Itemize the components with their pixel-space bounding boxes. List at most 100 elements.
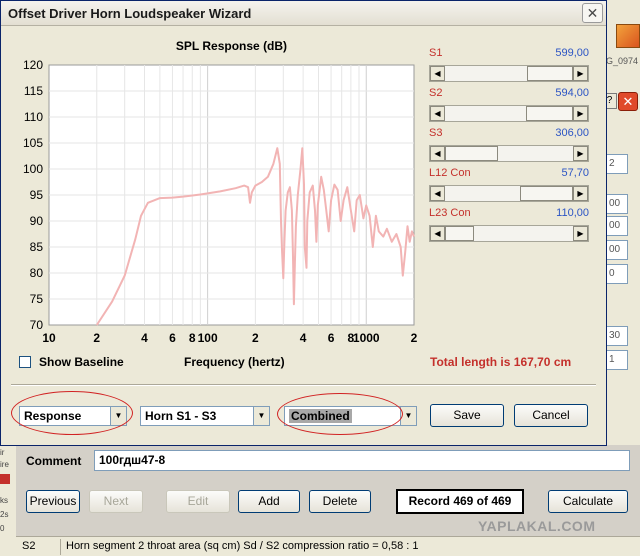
group-divider <box>11 384 596 386</box>
arrow-right-icon[interactable]: ▶ <box>573 66 588 81</box>
slider-label: L23 Con <box>429 207 471 219</box>
arrow-left-icon[interactable]: ◀ <box>430 146 445 161</box>
y-tick-label: 120 <box>23 58 43 72</box>
chevron-down-icon[interactable]: ▼ <box>400 407 416 425</box>
slider-label: S1 <box>429 47 443 59</box>
status-field-id: S2 <box>22 540 36 552</box>
background-field[interactable]: 00 <box>606 194 628 214</box>
background-filename: G_0974 <box>606 56 639 66</box>
arrow-right-icon[interactable]: ▶ <box>573 146 588 161</box>
status-separator <box>60 539 61 555</box>
slider-value: 110,00 <box>556 207 589 219</box>
show-baseline-label: Show Baseline <box>39 355 124 369</box>
background-field[interactable]: 0 <box>606 264 628 284</box>
horn-segment-select[interactable]: Horn S1 - S3 ▼ <box>140 406 270 426</box>
x-tick-label: 1000 <box>353 331 380 345</box>
status-bar: S2 Horn segment 2 throat area (sq cm) Sd… <box>16 536 640 556</box>
slider-value: 306,00 <box>555 127 589 139</box>
add-button[interactable]: Add <box>238 490 300 513</box>
slider-value: 57,70 <box>561 167 589 179</box>
y-tick-label: 105 <box>23 136 43 150</box>
arrow-right-icon[interactable]: ▶ <box>573 186 588 201</box>
horn-segment-value: Horn S1 - S3 <box>145 409 217 423</box>
background-field[interactable]: 00 <box>606 216 628 236</box>
slider-track[interactable]: ◀ ▶ <box>429 105 589 122</box>
arrow-right-icon[interactable]: ▶ <box>573 226 588 241</box>
spl-chart: SPL Response (dB) 120 115 110 105 100 95 90 85 80… <box>9 31 429 349</box>
background-field[interactable]: 1 <box>606 350 628 370</box>
record-counter: Record 469 of 469 <box>396 489 524 514</box>
slider-thumb[interactable] <box>520 186 573 201</box>
wizard-dialog: Offset Driver Horn Loudspeaker Wizard ✕ … <box>0 0 607 446</box>
slider-track[interactable]: ◀ ▶ <box>429 225 589 242</box>
mode-select[interactable]: Combined ▼ <box>284 406 417 426</box>
x-tick-label: 10 <box>42 331 56 345</box>
mode-value: Combined <box>289 409 352 423</box>
status-text: Horn segment 2 throat area (sq cm) Sd / … <box>66 540 419 552</box>
chevron-down-icon[interactable]: ▼ <box>253 407 269 425</box>
arrow-left-icon[interactable]: ◀ <box>430 186 445 201</box>
background-left-text: ire <box>0 460 9 469</box>
y-tick-label: 70 <box>30 318 44 332</box>
cancel-button[interactable]: Cancel <box>514 404 588 427</box>
background-field[interactable]: 2 <box>606 154 628 174</box>
y-tick-label: 110 <box>24 110 43 124</box>
plot-type-select[interactable]: Response ▼ <box>19 406 127 426</box>
watermark: YAPLAKAL.COM <box>478 518 596 534</box>
y-tick-label: 100 <box>23 162 43 176</box>
y-tick-label: 75 <box>30 292 44 306</box>
background-close-icon[interactable]: ✕ <box>618 92 638 111</box>
slider-value: 594,00 <box>555 87 589 99</box>
edit-button[interactable]: Edit <box>166 490 230 513</box>
y-tick-label: 85 <box>30 240 44 254</box>
total-length-text: Total length is 167,70 cm <box>430 355 572 369</box>
x-tick-label: 6 <box>169 331 176 345</box>
slider-thumb[interactable] <box>527 66 573 81</box>
close-button[interactable]: ✕ <box>582 3 603 23</box>
background-left-text: 0 <box>0 524 5 533</box>
comment-field[interactable]: 100гдш47-8 <box>94 450 630 471</box>
show-baseline-control[interactable]: Show Baseline <box>19 355 124 369</box>
background-left-text: 2s <box>0 510 9 519</box>
delete-button[interactable]: Delete <box>309 490 371 513</box>
slider-track[interactable]: ◀ ▶ <box>429 65 589 82</box>
slider-label: S3 <box>429 127 443 139</box>
calculate-button[interactable]: Calculate <box>548 490 628 513</box>
x-tick-label: 2 <box>252 331 259 345</box>
x-tick-label: 4 <box>141 331 148 345</box>
window-title: Offset Driver Horn Loudspeaker Wizard <box>8 6 252 21</box>
slider-thumb[interactable] <box>445 146 498 161</box>
slider-thumb[interactable] <box>525 106 573 121</box>
x-tick-label: 2 <box>411 331 418 345</box>
background-red-icon <box>0 474 10 484</box>
x-tick-label: 6 <box>328 331 335 345</box>
slider-track[interactable]: ◀ ▶ <box>429 145 589 162</box>
x-tick-label: 2 <box>93 331 100 345</box>
background-field[interactable]: 30 <box>606 326 628 346</box>
arrow-right-icon[interactable]: ▶ <box>573 106 588 121</box>
x-axis-label: Frequency (hertz) <box>184 355 285 369</box>
save-button[interactable]: Save <box>430 404 504 427</box>
previous-button[interactable]: Previous <box>26 490 80 513</box>
y-tick-label: 80 <box>30 266 44 280</box>
plot-type-value: Response <box>24 409 82 423</box>
slider-track[interactable]: ◀ ▶ <box>429 185 589 202</box>
chart-title: SPL Response (dB) <box>176 39 287 53</box>
arrow-left-icon[interactable]: ◀ <box>430 226 445 241</box>
show-baseline-checkbox[interactable] <box>19 356 31 368</box>
slider-value: 599,00 <box>555 47 589 59</box>
background-field[interactable]: 00 <box>606 240 628 260</box>
slider-thumb[interactable] <box>445 226 474 241</box>
arrow-left-icon[interactable]: ◀ <box>430 66 445 81</box>
slider-label: S2 <box>429 87 443 99</box>
x-tick-label: 100 <box>198 331 218 345</box>
next-button[interactable]: Next <box>89 490 143 513</box>
comment-label: Comment <box>26 454 82 468</box>
title-bar[interactable]: Offset Driver Horn Loudspeaker Wizard ✕ <box>1 1 606 26</box>
arrow-left-icon[interactable]: ◀ <box>430 106 445 121</box>
y-tick-label: 95 <box>30 188 44 202</box>
chevron-down-icon[interactable]: ▼ <box>110 407 126 425</box>
background-left-text: ks <box>0 496 8 505</box>
image-file-icon[interactable] <box>616 24 640 48</box>
x-tick-label: 4 <box>300 331 307 345</box>
